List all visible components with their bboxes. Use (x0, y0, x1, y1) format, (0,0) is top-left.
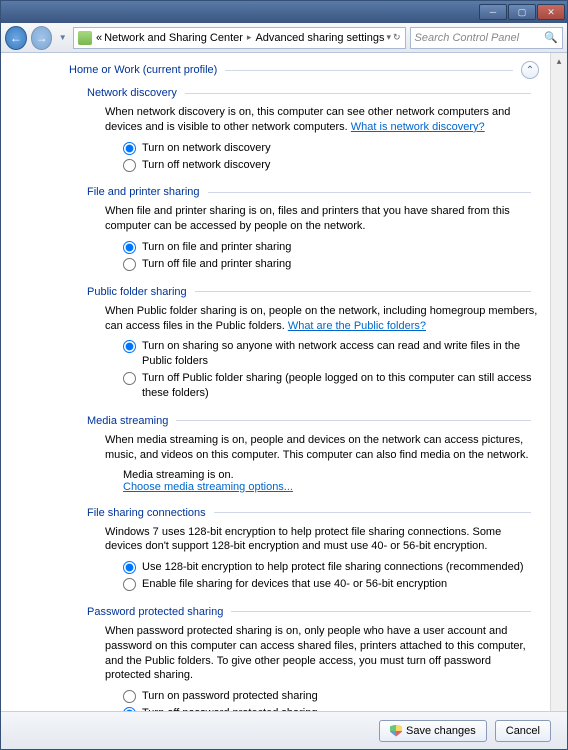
radio-password-sharing-off[interactable]: Turn off password protected sharing (123, 706, 539, 711)
forward-button[interactable]: → (31, 26, 53, 50)
section-description: When network discovery is on, this compu… (105, 105, 539, 135)
section-title: File and printer sharing (87, 186, 200, 198)
radio-file-printer-off[interactable]: Turn off file and printer sharing (123, 257, 539, 272)
section-description: When password protected sharing is on, o… (105, 624, 539, 683)
breadcrumb-prefix: « (96, 32, 102, 44)
section-description: When file and printer sharing is on, fil… (105, 204, 539, 234)
refresh-icon[interactable]: ↻ (393, 32, 401, 43)
section-title: Public folder sharing (87, 286, 187, 298)
radio-40-56bit-encryption[interactable]: Enable file sharing for devices that use… (123, 577, 539, 592)
section-title: Media streaming (87, 415, 168, 427)
link-what-are-public-folders[interactable]: What are the Public folders? (288, 320, 426, 332)
search-placeholder: Search Control Panel (415, 32, 520, 44)
scrollbar[interactable]: ▴ (550, 53, 567, 711)
divider (225, 70, 513, 71)
divider (231, 611, 531, 612)
scroll-up-icon[interactable]: ▴ (551, 53, 567, 70)
profile-header-home-work: Home or Work (current profile) ⌃ (69, 61, 539, 79)
search-input[interactable]: Search Control Panel 🔍 (410, 27, 563, 49)
minimize-button[interactable]: ─ (479, 4, 507, 20)
section-description: When Public folder sharing is on, people… (105, 304, 539, 334)
shield-icon (390, 725, 402, 737)
section-public-folder-sharing: Public folder sharing When Public folder… (87, 286, 539, 401)
section-title: File sharing connections (87, 507, 206, 519)
footer: Save changes Cancel (1, 711, 567, 749)
breadcrumb-part[interactable]: Network and Sharing Center (104, 32, 243, 44)
history-dropdown[interactable]: ▼ (56, 29, 69, 47)
search-icon: 🔍 (544, 31, 558, 44)
close-button[interactable]: ✕ (537, 4, 565, 20)
divider (208, 192, 531, 193)
radio-network-discovery-off[interactable]: Turn off network discovery (123, 158, 539, 173)
section-network-discovery: Network discovery When network discovery… (87, 87, 539, 172)
link-media-streaming-options[interactable]: Choose media streaming options... (123, 481, 293, 493)
navigation-bar: ← → ▼ « Network and Sharing Center ▸ Adv… (1, 23, 567, 53)
media-status-text: Media streaming is on. (123, 469, 539, 481)
profile-title: Home or Work (current profile) (69, 64, 217, 76)
radio-public-folder-on[interactable]: Turn on sharing so anyone with network a… (123, 339, 539, 369)
divider (176, 420, 531, 421)
radio-file-printer-on[interactable]: Turn on file and printer sharing (123, 240, 539, 255)
radio-network-discovery-on[interactable]: Turn on network discovery (123, 141, 539, 156)
divider (195, 291, 531, 292)
cancel-button[interactable]: Cancel (495, 720, 551, 742)
back-button[interactable]: ← (5, 26, 27, 50)
link-what-is-network-discovery[interactable]: What is network discovery? (351, 121, 485, 133)
titlebar: ─ ▢ ✕ (1, 1, 567, 23)
control-panel-icon (78, 31, 92, 45)
breadcrumb-part[interactable]: Advanced sharing settings (255, 32, 384, 44)
radio-public-folder-off[interactable]: Turn off Public folder sharing (people l… (123, 371, 539, 401)
radio-password-sharing-on[interactable]: Turn on password protected sharing (123, 689, 539, 704)
save-changes-button[interactable]: Save changes (379, 720, 487, 742)
maximize-button[interactable]: ▢ (508, 4, 536, 20)
control-panel-window: ─ ▢ ✕ ← → ▼ « Network and Sharing Center… (0, 0, 568, 750)
section-description: When media streaming is on, people and d… (105, 433, 539, 463)
chevron-down-icon[interactable]: ▾ (386, 32, 391, 43)
chevron-right-icon: ▸ (245, 32, 254, 43)
section-password-protected-sharing: Password protected sharing When password… (87, 606, 539, 711)
section-file-printer-sharing: File and printer sharing When file and p… (87, 186, 539, 271)
content-area: ▴ Home or Work (current profile) ⌃ Netwo… (1, 53, 567, 711)
collapse-button[interactable]: ⌃ (521, 61, 539, 79)
divider (185, 93, 531, 94)
section-file-sharing-connections: File sharing connections Windows 7 uses … (87, 507, 539, 592)
section-description: Windows 7 uses 128-bit encryption to hel… (105, 525, 539, 555)
section-media-streaming: Media streaming When media streaming is … (87, 415, 539, 493)
breadcrumb[interactable]: « Network and Sharing Center ▸ Advanced … (73, 27, 406, 49)
divider (214, 512, 531, 513)
section-title: Password protected sharing (87, 606, 223, 618)
section-title: Network discovery (87, 87, 177, 99)
radio-128bit-encryption[interactable]: Use 128-bit encryption to help protect f… (123, 560, 539, 575)
